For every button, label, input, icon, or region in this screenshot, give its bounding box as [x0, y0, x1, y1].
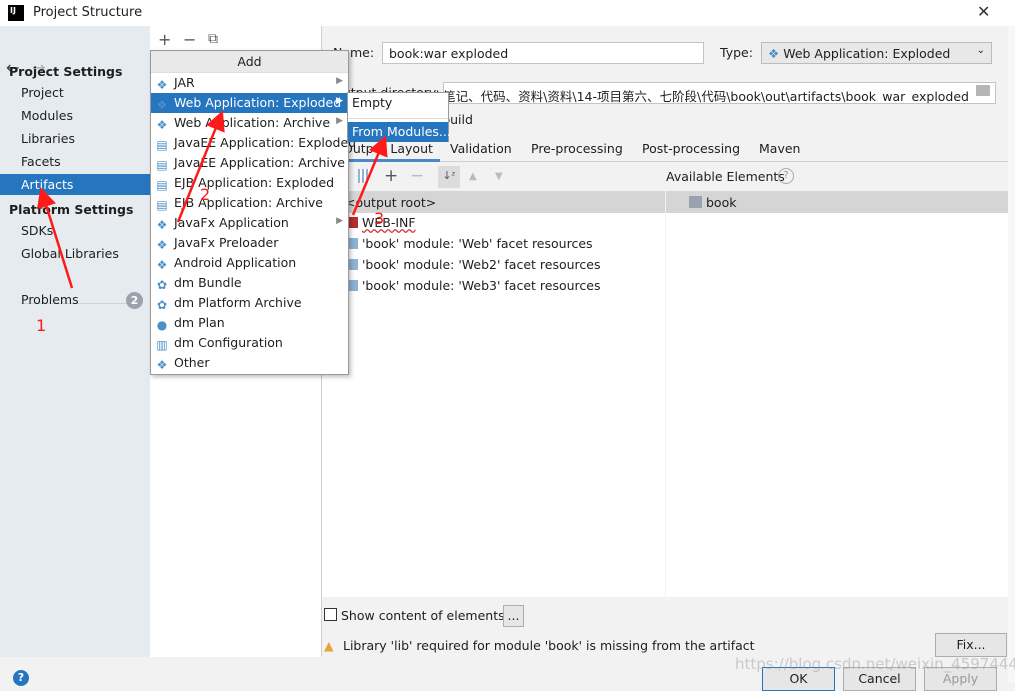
annotation-label-1: 1: [36, 316, 46, 335]
annotation-arrow-2: [176, 110, 225, 223]
annotation-label-2: 2: [200, 185, 210, 204]
annotation-overlay: 1 2 3: [36, 110, 388, 335]
annotation-arrow-3: [351, 135, 388, 216]
annotation-arrow-1: [36, 187, 74, 289]
annotation-label-3: 3: [374, 209, 384, 228]
